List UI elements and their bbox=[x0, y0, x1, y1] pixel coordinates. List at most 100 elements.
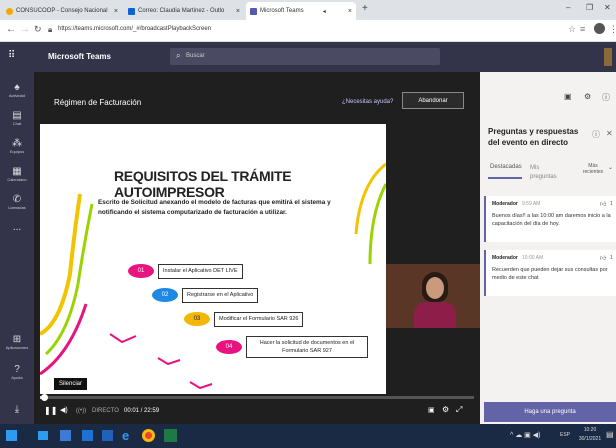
search-input[interactable]: ⌕ Buscar bbox=[170, 48, 440, 65]
download-icon: ⤓ bbox=[14, 404, 20, 415]
qa-post: Moderador 10:00 AM 👍︎ 1 Recuerden que pu… bbox=[484, 250, 616, 296]
volume-icon[interactable]: ◀) bbox=[60, 406, 68, 414]
rail-item-download[interactable]: ⤓ bbox=[0, 404, 34, 415]
playback-time: 00:01 / 22:59 bbox=[124, 408, 160, 414]
rail-item-apps[interactable]: ⊞ Aplicaciones bbox=[0, 334, 34, 350]
back-icon[interactable]: ← bbox=[6, 24, 16, 35]
rail-label: Llamadas bbox=[8, 205, 26, 210]
forward-icon[interactable]: → bbox=[20, 24, 30, 35]
step-badge: 04 bbox=[216, 340, 242, 354]
store-icon[interactable] bbox=[60, 430, 71, 441]
reading-list-icon[interactable]: ≡ bbox=[580, 24, 585, 34]
rail-item-more[interactable]: ... bbox=[0, 222, 34, 233]
system-tray-icons[interactable]: ^ ☁ ▣ ◀) bbox=[510, 431, 540, 439]
task-view-icon[interactable] bbox=[38, 431, 48, 440]
browser-tab-outlook[interactable]: Correo: Claudia Martinez - Outlo × bbox=[124, 2, 244, 20]
settings-icon[interactable]: ⚙ bbox=[584, 92, 591, 101]
pause-icon[interactable]: ❚❚ bbox=[44, 406, 57, 415]
progress-handle[interactable] bbox=[41, 394, 48, 401]
help-link[interactable]: ¿Necesitas ayuda? bbox=[342, 99, 393, 105]
clock-time: 10:20 bbox=[583, 427, 597, 433]
close-icon[interactable]: × bbox=[111, 8, 118, 15]
presenter-shirt bbox=[414, 302, 456, 328]
close-icon[interactable]: × bbox=[345, 8, 352, 15]
browser-tab-consucoop[interactable]: CONSUCOOP - Consejo Nacional × bbox=[2, 2, 122, 20]
language-indicator[interactable]: ESP bbox=[560, 432, 570, 438]
leave-button[interactable]: Abandonar bbox=[402, 92, 464, 109]
captions-icon[interactable]: ▣ bbox=[428, 406, 435, 414]
rail-item-chat[interactable]: ▤ Chat bbox=[0, 110, 34, 126]
url-field[interactable]: https://teams.microsoft.com/_#/broadcast… bbox=[58, 26, 211, 32]
browser-menu-icon[interactable]: ⋮ bbox=[609, 24, 616, 35]
progress-track[interactable] bbox=[40, 394, 474, 401]
windows-start-icon[interactable] bbox=[6, 430, 17, 441]
sort-dropdown[interactable]: Más recientes bbox=[580, 163, 606, 175]
rail-label: Equipos bbox=[9, 149, 25, 154]
post-author: Moderador bbox=[492, 255, 518, 261]
tab-title: Correo: Claudia Martinez - Outlo bbox=[138, 8, 225, 14]
profile-avatar[interactable] bbox=[594, 23, 605, 34]
mail-icon[interactable] bbox=[82, 430, 93, 441]
excel-icon[interactable] bbox=[164, 429, 177, 442]
browser-tab-teams[interactable]: Microsoft Teams ◂ × bbox=[246, 2, 356, 20]
step-text: Instalar el Aplicativo DET LIVE bbox=[158, 264, 243, 279]
app-launcher-icon[interactable]: ⠿ bbox=[8, 50, 15, 61]
reload-icon[interactable]: ↻ bbox=[34, 24, 42, 35]
speaker-icon: ◂ bbox=[322, 8, 326, 15]
close-panel-icon[interactable]: ✕ bbox=[606, 129, 613, 138]
step-text: Registrarse en el Aplicativo bbox=[182, 288, 259, 303]
settings-gear-icon[interactable]: ⚙ bbox=[442, 405, 449, 414]
new-tab-button[interactable]: + bbox=[362, 3, 368, 14]
bell-icon: ♠ bbox=[14, 82, 20, 93]
slide-heading: REQUISITOS DEL TRÁMITE AUTOIMPRESOR bbox=[114, 168, 292, 200]
restore-icon[interactable]: ❐ bbox=[586, 3, 593, 12]
presentation-slide: REQUISITOS DEL TRÁMITE AUTOIMPRESOR Escr… bbox=[40, 124, 386, 394]
event-title: Régimen de Facturación bbox=[54, 98, 142, 107]
window-close-icon[interactable]: ✕ bbox=[604, 3, 611, 12]
like-icon[interactable]: 👍︎ bbox=[600, 254, 606, 262]
user-avatar[interactable] bbox=[604, 48, 612, 66]
rail-item-teams[interactable]: ⁂ Equipos bbox=[0, 138, 34, 154]
chrome-icon[interactable] bbox=[142, 429, 155, 442]
qa-panel: ▣ ⚙ ⓘ Preguntas y respuestas del evento … bbox=[480, 72, 616, 424]
rail-label: Chat bbox=[12, 121, 22, 126]
fullscreen-icon[interactable]: ⤢ bbox=[456, 405, 462, 415]
ask-question-button[interactable]: Haga una pregunta bbox=[484, 402, 616, 422]
presenter-video bbox=[386, 264, 480, 328]
rail-label: Ayuda bbox=[11, 375, 23, 380]
minimize-icon[interactable]: – bbox=[566, 3, 570, 12]
like-count: 1 bbox=[610, 255, 613, 261]
tab-featured[interactable]: Destacadas bbox=[490, 164, 522, 170]
info-icon[interactable]: ⓘ bbox=[602, 92, 610, 103]
close-icon[interactable]: × bbox=[233, 8, 240, 15]
ie-icon[interactable]: e bbox=[122, 428, 129, 443]
rail-item-activity[interactable]: ♠ Actividad bbox=[0, 82, 34, 98]
post-text: Buenos días!! a las 10:00 am daremos ini… bbox=[492, 213, 611, 227]
mute-tooltip: Silenciar bbox=[54, 378, 88, 390]
info-circle-icon[interactable]: ⓘ bbox=[592, 129, 600, 140]
step-badge: 03 bbox=[184, 312, 210, 326]
app-rail: ♠ Actividad ▤ Chat ⁂ Equipos ▦ Calendari… bbox=[0, 72, 34, 424]
bookmark-star-icon[interactable]: ☆ bbox=[568, 24, 576, 35]
presenter-face bbox=[426, 277, 444, 299]
address-bar-row: ← → ↻ 🔒︎ https://teams.microsoft.com/_#/… bbox=[0, 20, 616, 42]
rail-item-calls[interactable]: ✆ Llamadas bbox=[0, 194, 34, 210]
rail-item-help[interactable]: ? Ayuda bbox=[0, 364, 34, 380]
like-count: 1 bbox=[610, 201, 613, 207]
rail-item-calendar[interactable]: ▦ Calendario bbox=[0, 166, 34, 182]
word-icon[interactable] bbox=[102, 430, 113, 441]
rail-label: Actividad bbox=[8, 93, 26, 98]
search-icon: ⌕ bbox=[176, 51, 181, 60]
notifications-icon[interactable]: ▤ bbox=[606, 430, 614, 439]
live-indicator-icon: ((•)) bbox=[76, 408, 87, 414]
notes-icon[interactable]: ▣ bbox=[564, 92, 572, 101]
chevron-down-icon[interactable]: ⌄ bbox=[608, 164, 613, 171]
qa-title: Preguntas y respuestas del evento en dir… bbox=[488, 127, 579, 147]
windows-taskbar: e ^ ☁ ▣ ◀) ESP 10:20 30/1/2021 ▤ bbox=[0, 424, 616, 448]
broadcast-stage: Régimen de Facturación ¿Necesitas ayuda?… bbox=[34, 72, 480, 424]
tab-my-questions[interactable]: Mis preguntas bbox=[530, 164, 566, 182]
like-icon[interactable]: 👍︎ bbox=[600, 200, 606, 208]
browser-tab-bar: CONSUCOOP - Consejo Nacional × Correo: C… bbox=[0, 0, 616, 20]
step-badge: 02 bbox=[152, 288, 178, 302]
live-label[interactable]: DIRECTO bbox=[92, 408, 119, 414]
